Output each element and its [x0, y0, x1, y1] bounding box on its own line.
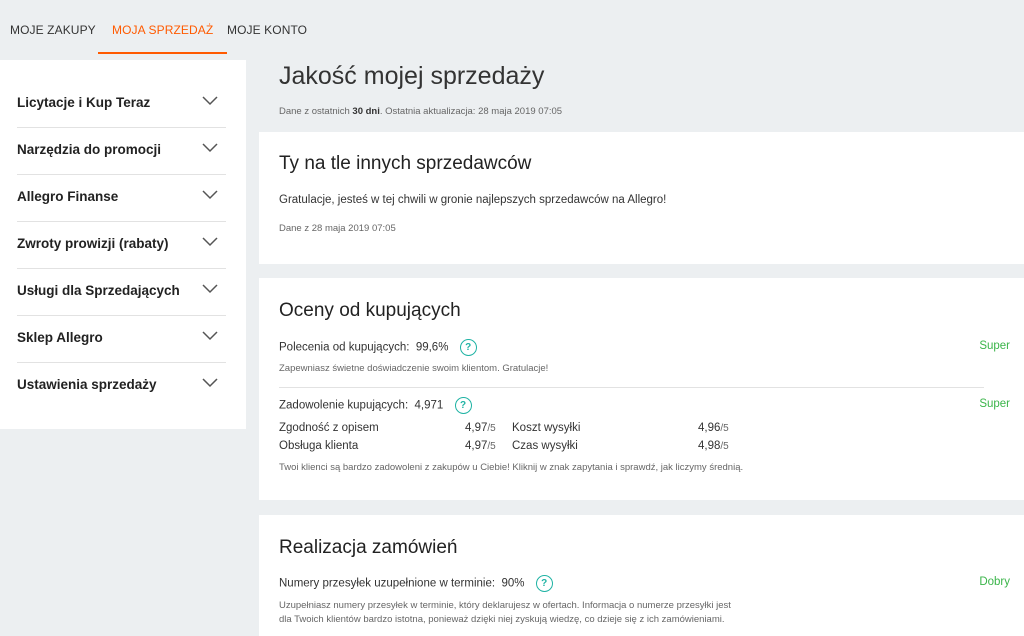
- recommendations-status: Super: [979, 340, 1010, 352]
- tracking-note-line-2: dla Twoich klientów bardzo istotna, poni…: [279, 614, 725, 625]
- page-subtitle: Dane z ostatnich 30 dni. Ostatnia aktual…: [279, 106, 563, 117]
- tracking-status: Dobry: [979, 576, 1010, 588]
- tracking-note-line-1: Uzupełniasz numery przesyłek w terminie,…: [279, 600, 731, 611]
- sidebar-item-label: Licytacje i Kup Teraz: [17, 95, 151, 110]
- page-title: Jakość mojej sprzedaży: [279, 62, 545, 90]
- detail-value: 4,96/5: [698, 422, 729, 434]
- sidebar-item-label: Allegro Finanse: [17, 189, 119, 204]
- question-circle-icon[interactable]: ?: [535, 575, 553, 592]
- chevron-down-icon: [202, 284, 218, 294]
- comparison-date: Dane z 28 maja 2019 07:05: [279, 223, 396, 234]
- sidebar-item-label: Zwroty prowizji (rabaty): [17, 236, 169, 251]
- ratings-title: Oceny od kupujących: [279, 300, 461, 321]
- question-circle-icon[interactable]: ?: [459, 339, 477, 356]
- chevron-down-icon: [202, 331, 218, 341]
- detail-label: Czas wysyłki: [512, 440, 578, 452]
- chevron-down-icon: [202, 96, 218, 106]
- sidebar-item-label: Usługi dla Sprzedających: [17, 283, 180, 298]
- sidebar-item-label: Narzędzia do promocji: [17, 142, 162, 157]
- sidebar-item-ustawienia[interactable]: Ustawienia sprzedaży: [17, 362, 226, 409]
- sidebar-item-label: Ustawienia sprzedaży: [17, 377, 157, 392]
- detail-value: 4,97/5: [465, 440, 496, 452]
- divider: [279, 387, 984, 388]
- comparison-text: Gratulacje, jesteś w tej chwili w gronie…: [279, 194, 667, 206]
- sidebar-item-label: Sklep Allegro: [17, 330, 103, 345]
- detail-value: 4,97/5: [465, 422, 496, 434]
- chevron-down-icon: [202, 237, 218, 247]
- sidebar-item-finanse[interactable]: Allegro Finanse: [17, 174, 226, 222]
- ratings-card: Oceny od kupujących Polecenia od kupując…: [259, 278, 1024, 500]
- sidebar-item-narzedzia[interactable]: Narzędzia do promocji: [17, 127, 226, 175]
- satisfaction-status: Super: [979, 398, 1010, 410]
- sidebar-item-licytacje[interactable]: Licytacje i Kup Teraz: [17, 80, 226, 128]
- sidebar-item-sklep[interactable]: Sklep Allegro: [17, 315, 226, 363]
- satisfaction-value: 4,971: [414, 399, 444, 412]
- orders-title: Realizacja zamówień: [279, 537, 458, 558]
- orders-card: Realizacja zamówień Numery przesyłek uzu…: [259, 515, 1024, 636]
- recommendations-value: 99,6%: [415, 341, 449, 354]
- tracking-label: Numery przesyłek uzupełnione w terminie:: [279, 577, 496, 590]
- tracking-row: Numery przesyłek uzupełnione w terminie:…: [279, 575, 553, 592]
- sidebar-item-uslugi[interactable]: Usługi dla Sprzedających: [17, 268, 226, 316]
- detail-value: 4,98/5: [698, 440, 729, 452]
- detail-label: Zgodność z opisem: [279, 422, 379, 434]
- tracking-value: 90%: [501, 577, 525, 590]
- tab-moje-zakupy[interactable]: MOJE ZAKUPY: [10, 0, 96, 52]
- comparison-card: Ty na tle innych sprzedawców Gratulacje,…: [259, 132, 1024, 264]
- recommendations-label: Polecenia od kupujących:: [279, 341, 410, 354]
- sidebar-item-zwroty[interactable]: Zwroty prowizji (rabaty): [17, 221, 226, 269]
- detail-label: Obsługa klienta: [279, 440, 359, 452]
- satisfaction-note: Twoi klienci są bardzo zadowoleni z zaku…: [279, 462, 744, 473]
- chevron-down-icon: [202, 143, 218, 153]
- chevron-down-icon: [202, 190, 218, 200]
- top-navigation: MOJE ZAKUPY MOJA SPRZEDAŻ MOJE KONTO: [0, 0, 1024, 58]
- sidebar: Licytacje i Kup Teraz Narzędzia do promo…: [0, 60, 246, 429]
- chevron-down-icon: [202, 378, 218, 388]
- tab-moja-sprzedaz[interactable]: MOJA SPRZEDAŻ: [98, 0, 228, 54]
- question-circle-icon[interactable]: ?: [454, 397, 472, 414]
- comparison-title: Ty na tle innych sprzedawców: [279, 153, 532, 174]
- satisfaction-label: Zadowolenie kupujących:: [279, 399, 409, 412]
- satisfaction-row: Zadowolenie kupujących: 4,971 ?: [279, 397, 472, 414]
- recommendations-note: Zapewniasz świetne doświadczenie swoim k…: [279, 363, 549, 374]
- tab-moje-konto[interactable]: MOJE KONTO: [227, 0, 307, 52]
- recommendations-row: Polecenia od kupujących: 99,6% ?: [279, 339, 477, 356]
- detail-label: Koszt wysyłki: [512, 422, 581, 434]
